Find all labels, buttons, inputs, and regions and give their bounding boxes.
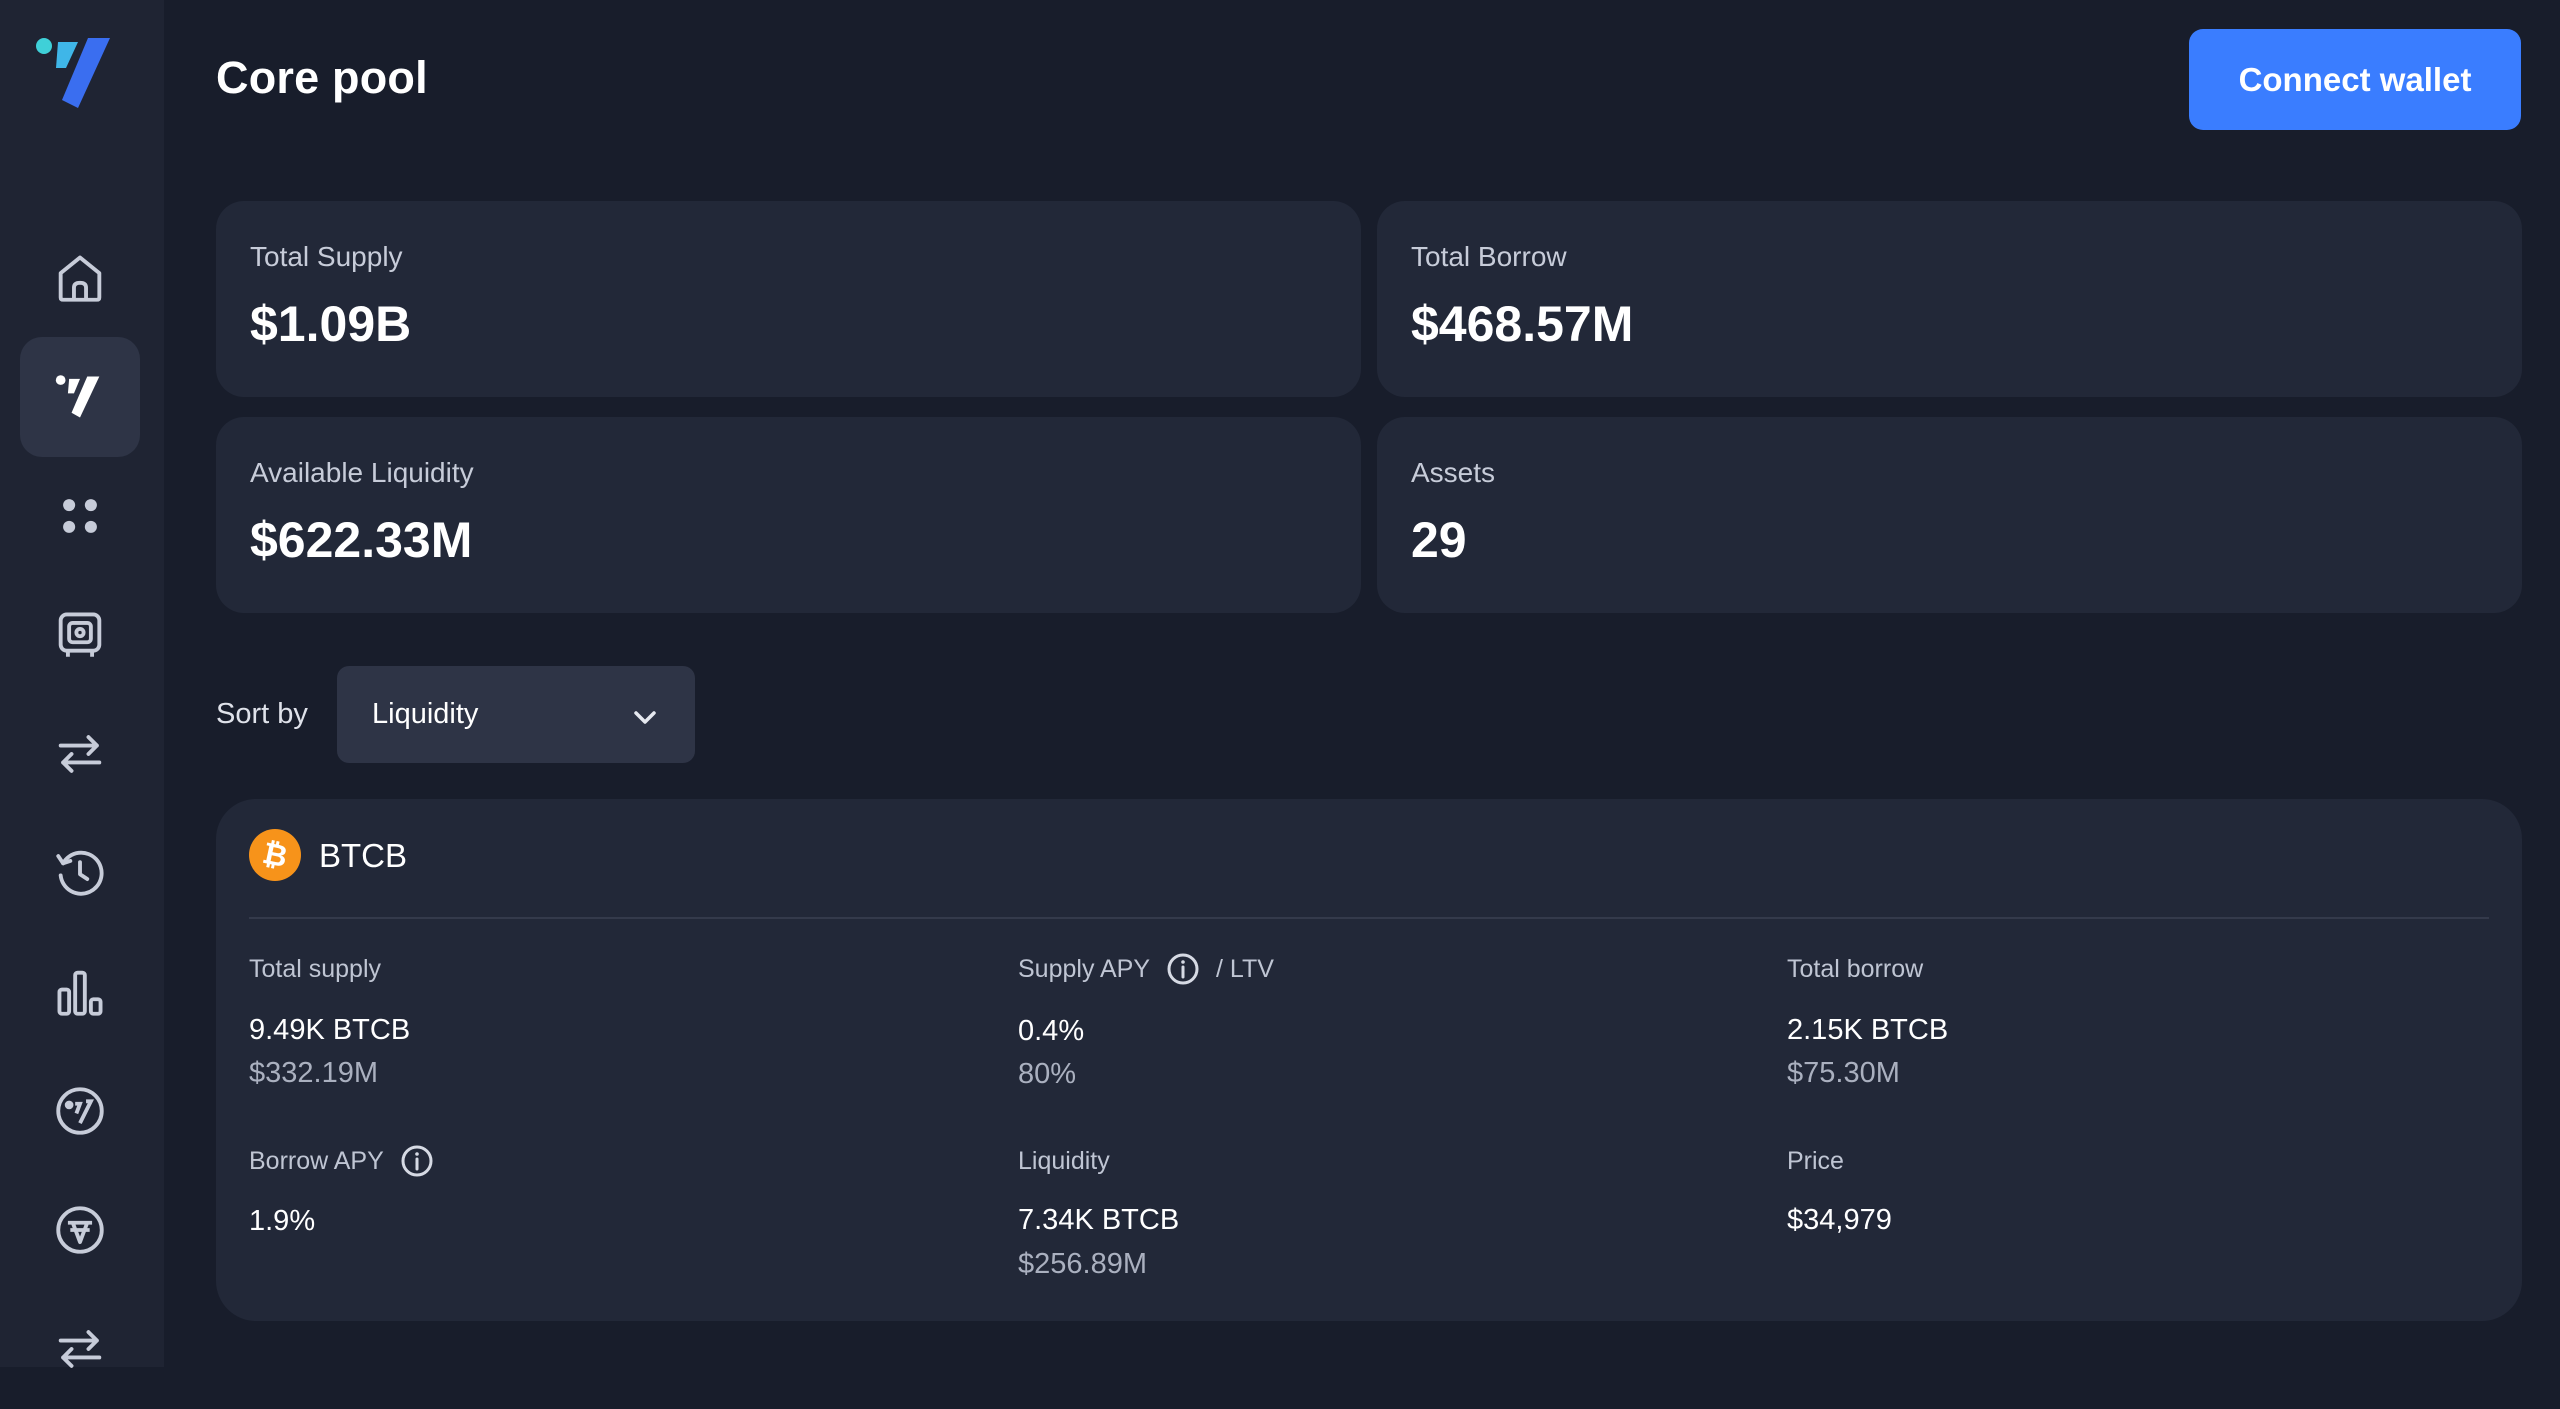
sort-by-select[interactable]: Liquidity (337, 666, 695, 763)
total-supply-amount: 9.49K BTCB (249, 1014, 411, 1046)
borrow-apy-field-label: Borrow APY (249, 1144, 434, 1178)
assets-label: Assets (1411, 457, 1496, 488)
total-supply-value: $1.09B (250, 296, 412, 352)
sidebar (0, 0, 164, 1368)
liquidity-field-label: Liquidity (1018, 1147, 1110, 1175)
sidebar-item-vai[interactable] (20, 1170, 140, 1290)
page-title: Core pool (216, 52, 428, 103)
sidebar-item-convert[interactable] (20, 1289, 140, 1409)
assets-value: 29 (1411, 512, 1467, 568)
total-borrow-usd: $75.30M (1787, 1057, 1900, 1089)
bar-chart-icon (57, 970, 103, 1016)
assets-card: Assets 29 (1377, 417, 2522, 613)
sort-by-label: Sort by (216, 698, 308, 730)
total-borrow-amount: 2.15K BTCB (1787, 1014, 1949, 1046)
liquidity-amount: 7.34K BTCB (1018, 1204, 1180, 1236)
sidebar-item-history[interactable] (20, 813, 140, 933)
total-borrow-value: $468.57M (1411, 296, 1634, 352)
connect-wallet-button[interactable]: Connect wallet (2189, 29, 2521, 130)
sidebar-item-vaults[interactable] (20, 575, 140, 695)
swap-arrows-icon (58, 1330, 102, 1368)
price-value: $34,979 (1787, 1204, 1892, 1236)
home-icon (58, 255, 102, 302)
supply-apy-value: 0.4% (1018, 1015, 1085, 1047)
supply-apy-field-label: Supply APY / LTV (1018, 952, 1274, 986)
sidebar-item-core-pool[interactable] (20, 337, 140, 457)
vault-icon (58, 612, 102, 657)
venus-badge-icon (56, 1087, 104, 1135)
sidebar-item-pools[interactable] (20, 456, 140, 576)
total-borrow-field-label: Total borrow (1787, 955, 1924, 983)
info-icon[interactable] (400, 1144, 434, 1178)
sidebar-item-analytics[interactable] (20, 932, 140, 1052)
swap-arrows-icon (58, 735, 102, 773)
vai-icon (56, 1206, 104, 1254)
history-clock-icon (56, 850, 104, 896)
available-liquidity-label: Available Liquidity (250, 457, 474, 488)
sidebar-item-swap[interactable] (20, 694, 140, 814)
dots-grid-icon (63, 499, 97, 533)
total-supply-label: Total Supply (250, 241, 403, 272)
sidebar-item-home[interactable] (20, 218, 140, 338)
main-content: Core pool Connect wallet Total Supply $1… (164, 0, 2560, 1367)
sidebar-item-xvs[interactable] (20, 1051, 140, 1171)
asset-card-btcb[interactable]: ₿ BTCB Total supply 9.49K BTCB $332.19M … (216, 799, 2522, 1321)
liquidity-usd: $256.89M (1018, 1248, 1147, 1280)
chevron-down-icon (634, 711, 656, 724)
venus-logo[interactable] (34, 34, 126, 116)
ltv-label: / LTV (1216, 954, 1274, 983)
venus-logo-icon (36, 38, 110, 108)
price-field-label: Price (1787, 1147, 1844, 1175)
total-borrow-label: Total Borrow (1411, 241, 1567, 272)
total-supply-field-label: Total supply (249, 955, 382, 983)
info-icon[interactable] (1166, 952, 1200, 986)
venus-logo-icon (55, 375, 100, 418)
available-liquidity-value: $622.33M (250, 512, 473, 568)
borrow-apy-value: 1.9% (249, 1205, 316, 1237)
sort-selected-value: Liquidity (372, 698, 479, 730)
asset-name: BTCB (319, 837, 408, 874)
ltv-value: 80% (1018, 1058, 1077, 1090)
asset-divider (249, 917, 2489, 919)
total-borrow-card: Total Borrow $468.57M (1377, 201, 2522, 397)
total-supply-card: Total Supply $1.09B (216, 201, 1361, 397)
bitcoin-icon: ₿ (249, 829, 301, 881)
total-supply-usd: $332.19M (249, 1057, 378, 1089)
available-liquidity-card: Available Liquidity $622.33M (216, 417, 1361, 613)
